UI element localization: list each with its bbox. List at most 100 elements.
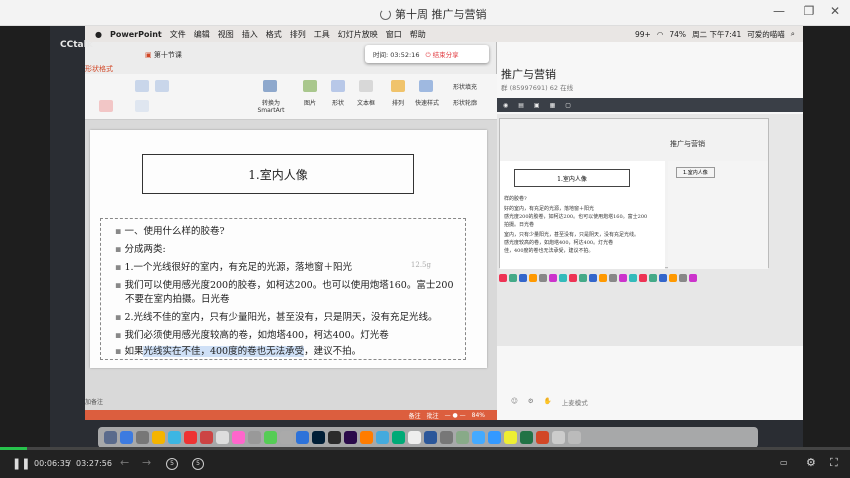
app-icon[interactable] bbox=[488, 431, 501, 444]
app-icon[interactable] bbox=[152, 431, 165, 444]
loading-icon bbox=[380, 8, 391, 20]
app-icon[interactable] bbox=[184, 431, 197, 444]
slide-title[interactable]: 1.室内人像 bbox=[142, 154, 414, 194]
safari-icon[interactable] bbox=[120, 431, 133, 444]
ppt-file-icon: ▣ bbox=[145, 51, 152, 59]
photos-icon[interactable] bbox=[232, 431, 245, 444]
mic-icon[interactable]: ◉ bbox=[503, 102, 508, 109]
app-icon[interactable] bbox=[472, 431, 485, 444]
zoom-slider[interactable]: — ● — bbox=[445, 412, 466, 419]
menu-format: 格式 bbox=[265, 29, 282, 39]
mac-menubar: ● PowerPoint 文件 编辑 视图 插入 格式 排列 工具 幻灯片放映 … bbox=[85, 26, 803, 42]
word-icon[interactable] bbox=[424, 431, 437, 444]
room-toolbar: ◉ ▤ ▣ ▦ ▢ bbox=[497, 98, 803, 112]
notes-label[interactable]: 加备注 bbox=[85, 397, 103, 406]
app-icon[interactable] bbox=[168, 431, 181, 444]
slide: 1.室内人像 ▪ 一、使用什么样的胶卷? ▪ 分成两类: ▪ 1.一个光线很好的室内，… bbox=[90, 130, 487, 368]
app-icon[interactable] bbox=[264, 431, 277, 444]
pause-icon[interactable]: ❚❚ bbox=[12, 457, 30, 470]
powerpoint-window: ▣ 第十节课 形状格式 转换为 SmartArt 图片 形状 文本框 排列 快速… bbox=[85, 42, 497, 420]
app-icon[interactable] bbox=[136, 431, 149, 444]
stop-sharing-button[interactable]: ⏻ 结束分享 bbox=[425, 49, 458, 60]
app-icon[interactable] bbox=[248, 431, 261, 444]
minimize-button[interactable]: — bbox=[770, 4, 788, 18]
slide-line-5: 不要在室内拍摄。日光卷 bbox=[125, 294, 230, 305]
menubar-status: 99+ ◠ 74% 周二 下午7:41 可爱的喵喵 ⌕ bbox=[635, 29, 795, 40]
wechat-icon[interactable] bbox=[392, 431, 405, 444]
whiteboard-icon[interactable]: ▢ bbox=[565, 102, 571, 109]
settings-icon[interactable]: ⚙ bbox=[806, 456, 816, 469]
lightroom-icon[interactable] bbox=[328, 431, 341, 444]
notes-button[interactable]: 备注 bbox=[409, 411, 421, 420]
app-icon[interactable] bbox=[216, 431, 229, 444]
previous-icon[interactable]: ← bbox=[120, 456, 129, 469]
recording-badge: 时间: 03:52:16 ⏻ 结束分享 bbox=[365, 45, 489, 63]
slide-line-8: ▪ 如果光线实在不佳，400度的卷也无法承受，建议不拍。 bbox=[115, 346, 362, 357]
finder-icon[interactable] bbox=[104, 431, 117, 444]
share-icon[interactable]: ▤ bbox=[518, 102, 524, 109]
nested-line-7: 佳，400度的卷也无法承受，建议不拍。 bbox=[504, 248, 594, 254]
nested-line-4: 拍摄。日光卷 bbox=[504, 222, 535, 228]
camera-icon[interactable]: ▣ bbox=[534, 102, 540, 109]
nested-line-1: 样的胶卷? bbox=[504, 196, 527, 202]
slide-line-2: ▪ 分成两类: bbox=[115, 244, 166, 255]
comments-button[interactable]: 批注 bbox=[427, 411, 439, 420]
menu-tools: 工具 bbox=[313, 29, 330, 39]
player-controls: ❚❚ 00:06:35 / 03:27:56 ← → 5 5 ▭ ⚙ ⛶ bbox=[0, 450, 850, 478]
forward-icon[interactable]: 5 bbox=[192, 458, 204, 470]
app-icon[interactable] bbox=[504, 431, 517, 444]
photoshop-icon[interactable] bbox=[312, 431, 325, 444]
powerpoint-icon[interactable] bbox=[536, 431, 549, 444]
excel-icon[interactable] bbox=[520, 431, 533, 444]
slide-textbox[interactable]: ▪ 一、使用什么样的胶卷? ▪ 分成两类: ▪ 1.一个光线很好的室内，有充足的光源，… bbox=[100, 218, 466, 360]
search-icon: ⌕ bbox=[790, 29, 795, 38]
slide-line-7: ▪ 我们必须使用感光度较高的卷，如炮塔400，柯达400。灯光卷 bbox=[115, 330, 389, 341]
picture-label: 图片 bbox=[304, 100, 317, 107]
app-icon[interactable] bbox=[376, 431, 389, 444]
app-icon[interactable] bbox=[440, 431, 453, 444]
apple-icon: ● bbox=[95, 29, 102, 39]
maximize-button[interactable]: ❐ bbox=[800, 4, 818, 18]
app-icon[interactable] bbox=[456, 431, 469, 444]
gear-icon[interactable]: ⚙ bbox=[528, 397, 534, 407]
room-subtitle: 群 (85997691) 62 在线 bbox=[501, 84, 574, 92]
next-icon[interactable]: → bbox=[142, 456, 151, 469]
document-tab-label: 第十节课 bbox=[153, 51, 182, 59]
slide-line-1: ▪ 一、使用什么样的胶卷? bbox=[115, 226, 225, 237]
slide-line-4: ▪ 我们可以使用感光度200的胶卷，如柯达200。也可以使用炮塔160。富士200 bbox=[115, 280, 454, 291]
menu-help: 帮助 bbox=[409, 29, 426, 39]
nested-slide: 1.室内人像 样的胶卷? 好的室内，有充足的光源，落地窗＋阳光 感光度200的胶… bbox=[500, 161, 665, 269]
menu-arrange: 排列 bbox=[289, 29, 306, 39]
emoji-icon[interactable]: ☺ bbox=[511, 397, 518, 407]
calendar-icon[interactable] bbox=[200, 431, 213, 444]
bullets-icon bbox=[135, 80, 149, 92]
caption-icon[interactable]: ▭ bbox=[780, 458, 788, 467]
numbering-icon bbox=[155, 80, 169, 92]
shape-fill-label: 形状填充 bbox=[453, 84, 478, 91]
app-icon[interactable] bbox=[280, 431, 293, 444]
window-title: 第十周 推广与营销 bbox=[395, 8, 487, 21]
close-button[interactable]: ✕ bbox=[826, 4, 844, 18]
nested-screen-preview: 1.室内人像 样的胶卷? 好的室内，有充足的光源，落地窗＋阳光 感光度200的胶… bbox=[497, 114, 803, 346]
nested-sidebar: 1.室内人像 bbox=[668, 161, 768, 269]
rewind-icon[interactable]: 5 bbox=[166, 458, 178, 470]
app-icon[interactable] bbox=[408, 431, 421, 444]
hand-icon[interactable]: ✋ bbox=[544, 397, 552, 407]
nested-dock bbox=[499, 274, 789, 284]
convert-smartart-label: 转换为 SmartArt bbox=[257, 100, 285, 114]
align-icon bbox=[135, 100, 149, 112]
app-window: 第十周 推广与营销 — ❐ ✕ CCtalk ● PowerPoint 文件 编… bbox=[0, 0, 850, 478]
mode-label[interactable]: 上麦模式 bbox=[562, 397, 588, 407]
app-icon[interactable] bbox=[296, 431, 309, 444]
shape-label: 形状 bbox=[332, 100, 345, 107]
fullscreen-icon[interactable]: ⛶ bbox=[830, 456, 838, 470]
nested-ppt-window: 1.室内人像 样的胶卷? 好的室内，有充足的光源，落地窗＋阳光 感光度200的胶… bbox=[499, 118, 769, 269]
screen-share-icon[interactable]: ▦ bbox=[550, 102, 556, 109]
trash-icon[interactable] bbox=[568, 431, 581, 444]
nested-room-title: 推广与营销 bbox=[670, 140, 705, 148]
illustrator-icon[interactable] bbox=[360, 431, 373, 444]
app-icon[interactable] bbox=[552, 431, 565, 444]
time-separator: / bbox=[68, 459, 71, 468]
premiere-icon[interactable] bbox=[344, 431, 357, 444]
slide-line-3: ▪ 1.一个光线很好的室内，有充足的光源，落地窗＋阳光 bbox=[115, 262, 353, 273]
